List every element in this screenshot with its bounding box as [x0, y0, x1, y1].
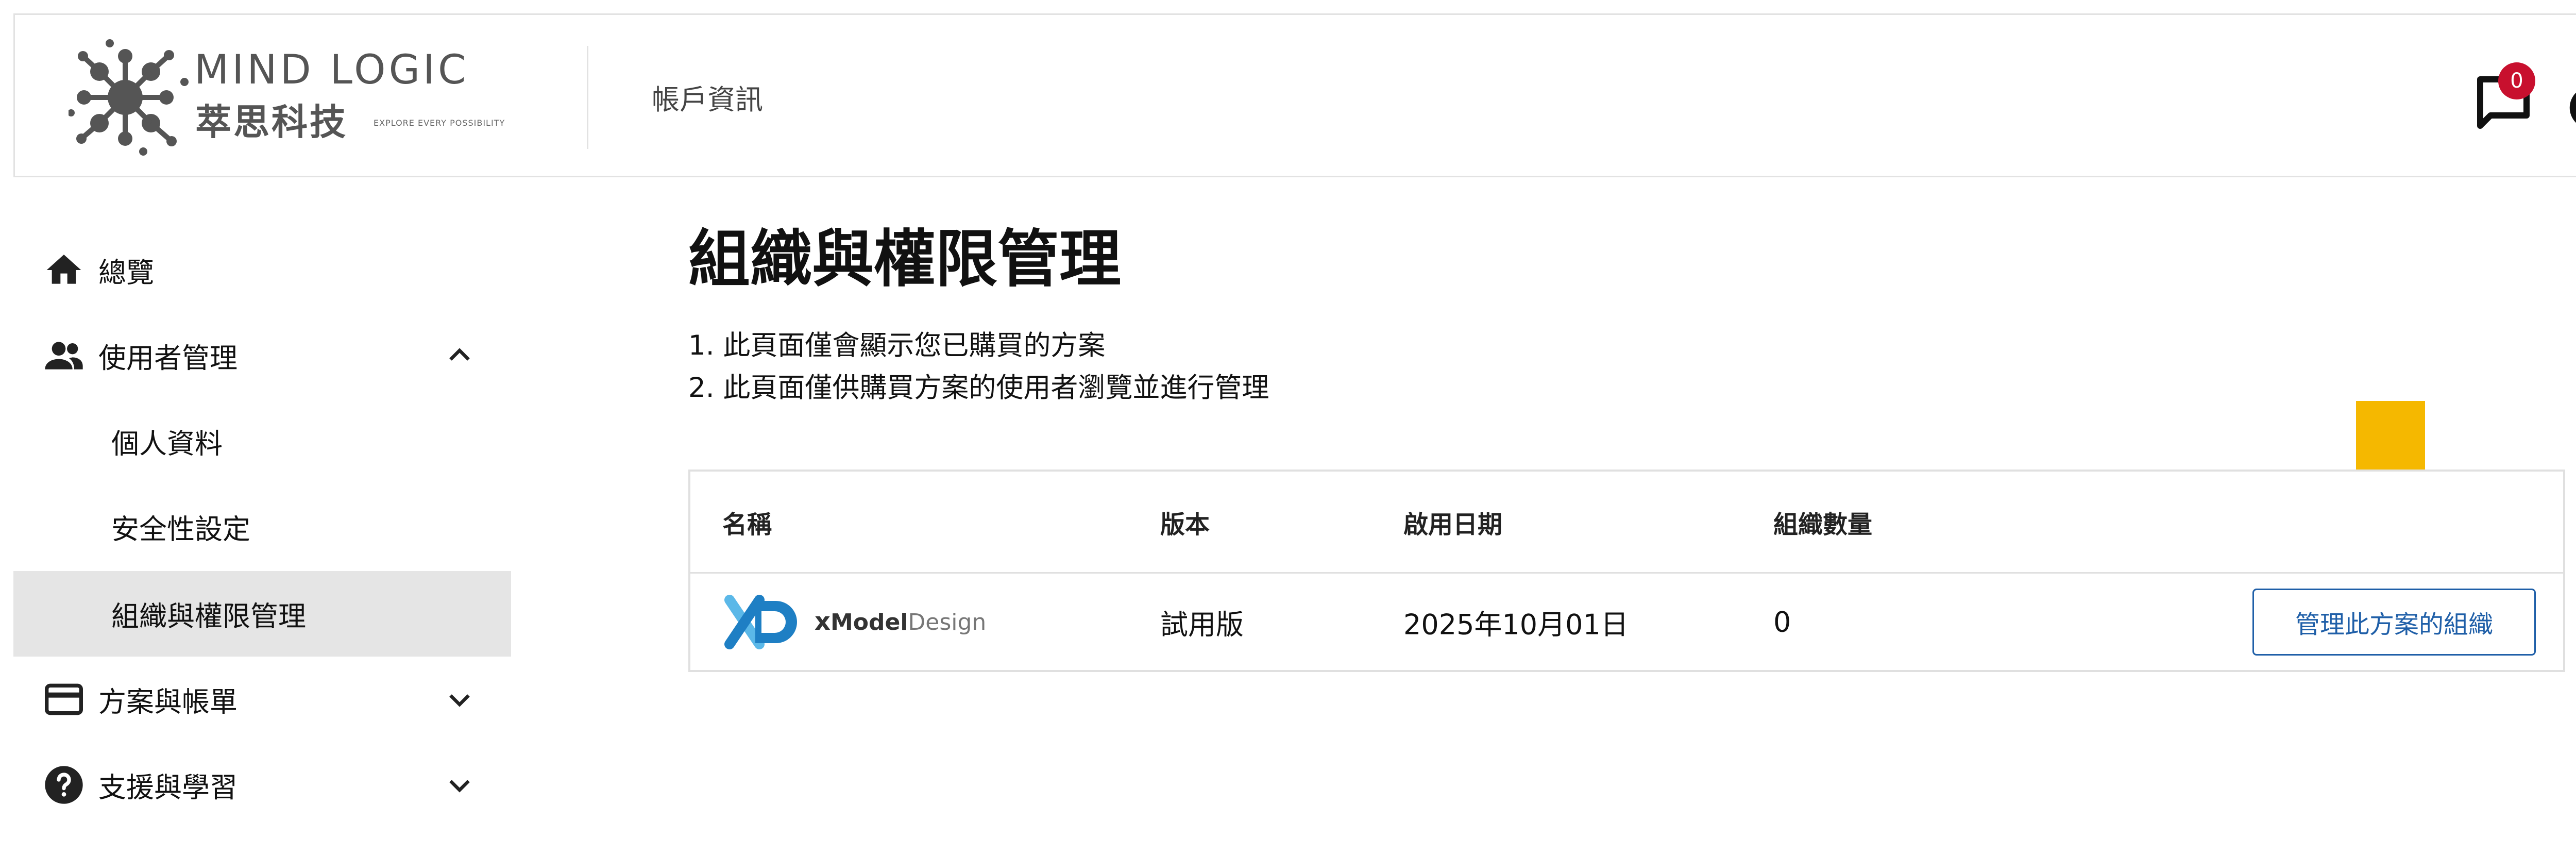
brand-name-cn: 萃思科技	[195, 101, 348, 143]
sidebar-item-support-learning[interactable]: 支援與學習	[13, 742, 511, 828]
sidebar-item-label: 總覽	[98, 256, 154, 289]
column-header-version: 版本	[1160, 510, 1210, 539]
sidebar-item-label: 安全性設定	[111, 513, 250, 546]
sidebar-item-label: 支援與學習	[98, 771, 238, 804]
sidebar-item-plans-billing[interactable]: 方案與帳單	[13, 657, 511, 742]
xmodel-designer-logo-icon: xModelDesigner	[724, 595, 987, 649]
plans-table: 名稱 版本 啟用日期 組織數量 xModelDesigner 試用版 2025年…	[688, 470, 2565, 672]
brand-tagline: EXPLORE EVERY POSSIBILITY	[374, 118, 505, 128]
user-account-icon[interactable]	[2568, 85, 2576, 131]
app-header: MIND LOGIC 萃思科技 EXPLORE EVERY POSSIBILIT…	[13, 13, 2576, 177]
brand-name: MIND LOGIC	[194, 47, 469, 93]
sidebar-item-user-management[interactable]: 使用者管理	[13, 313, 511, 398]
svg-text:xModelDesigner: xModelDesigner	[815, 607, 987, 636]
sidebar-item-security[interactable]: 安全性設定	[13, 484, 511, 569]
cell-version: 試用版	[1160, 608, 1244, 641]
product-name-designer: Designer	[908, 609, 987, 635]
column-header-org-count: 組織數量	[1773, 510, 1873, 539]
header-divider	[587, 46, 588, 149]
sidebar-item-label: 個人資料	[111, 427, 223, 460]
credit-card-icon	[45, 683, 83, 715]
chevron-up-icon[interactable]	[444, 340, 475, 371]
cell-org-count: 0	[1773, 606, 1791, 639]
table-header-row: 名稱 版本 啟用日期 組織數量	[690, 472, 2563, 574]
info-note: 2. 此頁面僅供購買方案的使用者瀏覽並進行管理	[688, 372, 1269, 404]
sidebar-item-overview[interactable]: 總覽	[13, 227, 511, 313]
manage-organizations-button[interactable]: 管理此方案的組織	[2252, 589, 2536, 656]
table-row: xModelDesigner 試用版 2025年10月01日 0 管理此方案的組…	[690, 574, 2563, 670]
cell-start-date: 2025年10月01日	[1403, 608, 1629, 641]
product-name-model: Model	[831, 609, 908, 635]
info-note: 1. 此頁面僅會顯示您已購買的方案	[688, 330, 1106, 361]
sidebar-item-label: 組織與權限管理	[111, 600, 306, 633]
users-icon	[45, 342, 83, 370]
column-header-name: 名稱	[722, 510, 772, 539]
sidebar-item-profile[interactable]: 個人資料	[13, 398, 511, 484]
chevron-down-icon[interactable]	[444, 684, 475, 715]
sidebar-item-label: 使用者管理	[98, 342, 238, 375]
chevron-down-icon[interactable]	[444, 769, 475, 800]
header-title: 帳戶資訊	[652, 83, 763, 116]
sidebar-item-org-permissions[interactable]: 組織與權限管理	[13, 571, 511, 657]
notification-badge: 0	[2498, 62, 2535, 99]
column-header-start-date: 啟用日期	[1403, 510, 1503, 539]
page-title: 組織與權限管理	[688, 224, 1121, 295]
home-icon	[46, 255, 81, 284]
sidebar-item-label: 方案與帳單	[98, 685, 238, 718]
product-name-x: x	[815, 607, 831, 636]
help-icon	[45, 766, 83, 804]
